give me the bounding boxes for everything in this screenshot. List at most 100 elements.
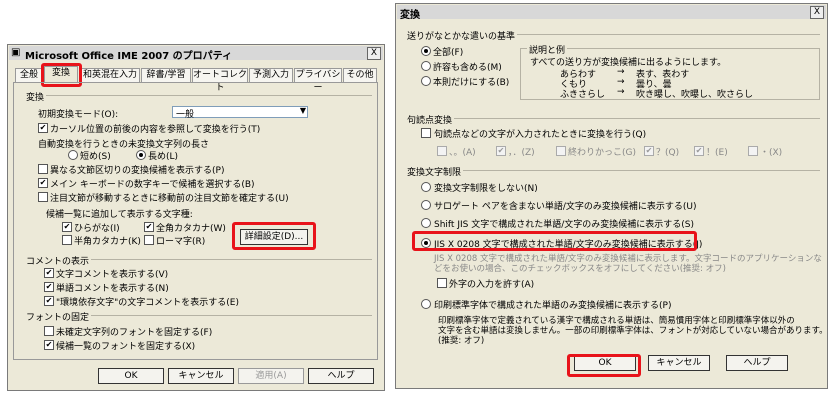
cursor-context-label: カーソル位置の前後の内容を参照して変換を行う(T) xyxy=(50,125,261,135)
conversion-cancel-button[interactable]: キャンセル xyxy=(648,355,710,371)
punct-option-6-checkbox[interactable] xyxy=(748,146,758,156)
highlight-ok-button xyxy=(567,354,641,377)
word-comment-checkbox[interactable]: ✔ xyxy=(44,282,54,292)
ime-properties-titlebar: ▣ Microsoft Office IME 2007 のプロパティ X xyxy=(9,46,383,62)
print-standard-radio[interactable] xyxy=(421,299,431,309)
punctuation-label: 句読点などの文字が入力されたときに変換を行う(Q) xyxy=(434,130,647,140)
zenkaku-katakana-label: 全角カタカナ(W) xyxy=(156,224,226,234)
punctuation-group-title: 句読点変換 xyxy=(405,113,455,126)
all-radio[interactable] xyxy=(421,46,431,56)
env-dependent-checkbox[interactable]: ✔ xyxy=(44,296,54,306)
surrogate-label: サロゲート ペアを含まない単語/文字のみ変換候補に表示する(U) xyxy=(434,202,697,212)
main-keyboard-label: メイン キーボードの数字キーで候補を選択する(B) xyxy=(50,180,255,190)
env-dependent-label: "環境依存文字"の文字コメントを表示する(E) xyxy=(56,298,239,308)
gaiji-label: 外字の入力を許す(A) xyxy=(449,280,535,290)
tab-prediction[interactable]: 予測入力 xyxy=(249,68,293,82)
hiragana-label: ひらがな(I) xyxy=(74,224,120,234)
honsoku-radio[interactable] xyxy=(421,76,431,86)
punct-option-1-label: 、。(A) xyxy=(449,148,476,158)
punct-option-2-checkbox[interactable]: ✔ xyxy=(496,146,506,156)
punct-option-3-checkbox[interactable] xyxy=(556,146,566,156)
hiragana-checkbox[interactable]: ✔ xyxy=(62,222,72,232)
candidate-font-label: 候補一覧のフォントを固定する(X) xyxy=(56,342,196,352)
chevron-down-icon: ▼ xyxy=(299,106,306,115)
short-radio-label: 短め(S) xyxy=(80,152,111,162)
candidate-font-checkbox[interactable]: ✔ xyxy=(44,340,54,350)
punctuation-group: 句読点変換 xyxy=(405,113,820,126)
diff-region-label: 異なる文節区切りの変換候補を表示する(P) xyxy=(50,166,225,176)
tab-general[interactable]: 全般 xyxy=(15,68,43,82)
diff-region-checkbox[interactable] xyxy=(38,164,48,174)
highlight-detail-button xyxy=(232,222,316,250)
conversion-titlebar: 変換 X xyxy=(397,5,826,21)
conversion-help-button[interactable]: ヘルプ xyxy=(726,355,788,371)
main-keyboard-checkbox[interactable]: ✔ xyxy=(38,178,48,188)
conversion-group: 変換 xyxy=(24,90,372,103)
conversion-dialog-title: 変換 xyxy=(400,10,420,21)
punct-option-5-checkbox[interactable]: ✔ xyxy=(694,146,704,156)
text-comment-checkbox[interactable]: ✔ xyxy=(44,268,54,278)
long-radio[interactable] xyxy=(136,150,146,160)
zenkaku-katakana-checkbox[interactable]: ✔ xyxy=(144,222,154,232)
conversion-close-button[interactable]: X xyxy=(810,6,824,19)
permit-radio-label: 許容も含める(M) xyxy=(433,63,502,73)
romaji-label: ローマ字(R) xyxy=(156,237,206,247)
char-limit-group: 変換文字制限 xyxy=(405,165,820,178)
jis-description-2: どをお使いの場合、このチェックボックスをオフにしてください(推奨: オフ) xyxy=(434,264,726,274)
punct-option-3-label: 終わりかっこ(G) xyxy=(568,148,636,158)
okurigana-group-title: 送りがなとかな遣いの基準 xyxy=(405,29,518,42)
conversion-group-title: 変換 xyxy=(24,90,47,103)
initial-mode-value: 一般 xyxy=(176,110,195,120)
attention-checkbox[interactable] xyxy=(38,192,48,202)
tab-autocorrect[interactable]: オートコレクト xyxy=(192,68,248,93)
punct-option-4-checkbox[interactable]: ✔ xyxy=(644,146,654,156)
hankaku-katakana-checkbox[interactable] xyxy=(62,235,72,245)
example-3-kanji: 吹き曝し、吹曝し、吹さらし xyxy=(636,90,754,100)
print-description-2: 文字を含む単語は変換しません。一部の印刷標準字体は、フォントが対応していない場合… xyxy=(438,326,828,336)
example-2-arrow: → xyxy=(617,77,625,87)
no-limit-label: 変換文字制限をしない(N) xyxy=(434,184,538,194)
unconfirmed-font-checkbox[interactable] xyxy=(44,326,54,336)
apply-button[interactable]: 適用(A) xyxy=(238,368,304,384)
highlight-jisx0208-option xyxy=(412,231,697,251)
honsoku-radio-label: 本則だけにする(B) xyxy=(433,78,510,88)
comment-group-title: コメントの表示 xyxy=(24,254,92,267)
text-comment-label: 文字コメントを表示する(V) xyxy=(56,270,169,280)
cursor-context-checkbox[interactable]: ✔ xyxy=(38,123,48,133)
all-radio-label: 全部(F) xyxy=(433,48,464,58)
short-radio[interactable] xyxy=(68,150,78,160)
candidate-types-label: 候補一覧に追加して表示する文字種: xyxy=(46,210,193,220)
unconfirmed-font-label: 未確定文字列のフォントを固定する(F) xyxy=(56,328,213,338)
font-group: フォントの固定 xyxy=(24,310,372,323)
app-icon: ▣ xyxy=(11,47,21,58)
initial-mode-label: 初期変換モード(O): xyxy=(38,110,119,120)
dialog-title: Microsoft Office IME 2007 のプロパティ xyxy=(25,51,233,62)
char-limit-group-title: 変換文字制限 xyxy=(405,165,464,178)
punct-option-4-label: ？(Q) xyxy=(656,148,680,158)
shiftjis-label: Shift JIS 文字で構成された単語/文字のみ変換候補に表示する(S) xyxy=(434,220,694,230)
tab-other[interactable]: その他 xyxy=(343,68,377,82)
permit-radio[interactable] xyxy=(421,61,431,71)
long-radio-label: 長め(L) xyxy=(148,152,179,162)
surrogate-radio[interactable] xyxy=(421,200,431,210)
punctuation-checkbox[interactable] xyxy=(421,128,431,138)
font-group-title: フォントの固定 xyxy=(24,310,92,323)
shiftjis-radio[interactable] xyxy=(421,218,431,228)
tab-mixed-input[interactable]: 和英混在入力 xyxy=(80,68,140,82)
hankaku-katakana-label: 半角カタカナ(K) xyxy=(74,237,141,247)
punct-option-2-label: ，．(Z) xyxy=(508,148,535,158)
okurigana-group: 送りがなとかな遣いの基準 xyxy=(405,29,820,42)
tab-dictionary[interactable]: 辞書/学習 xyxy=(141,68,191,82)
initial-mode-select[interactable]: 一般 ▼ xyxy=(172,106,308,120)
ok-button[interactable]: OK xyxy=(98,368,164,384)
close-button[interactable]: X xyxy=(367,47,381,60)
tab-privacy[interactable]: プライバシー xyxy=(294,68,342,93)
help-button[interactable]: ヘルプ xyxy=(308,368,374,384)
gaiji-checkbox[interactable] xyxy=(437,278,447,288)
romaji-checkbox[interactable] xyxy=(144,235,154,245)
punct-option-6-label: ・(X) xyxy=(760,148,783,158)
punct-option-1-checkbox[interactable] xyxy=(437,146,447,156)
cancel-button[interactable]: キャンセル xyxy=(168,368,234,384)
no-limit-radio[interactable] xyxy=(421,182,431,192)
comment-group: コメントの表示 xyxy=(24,254,372,267)
